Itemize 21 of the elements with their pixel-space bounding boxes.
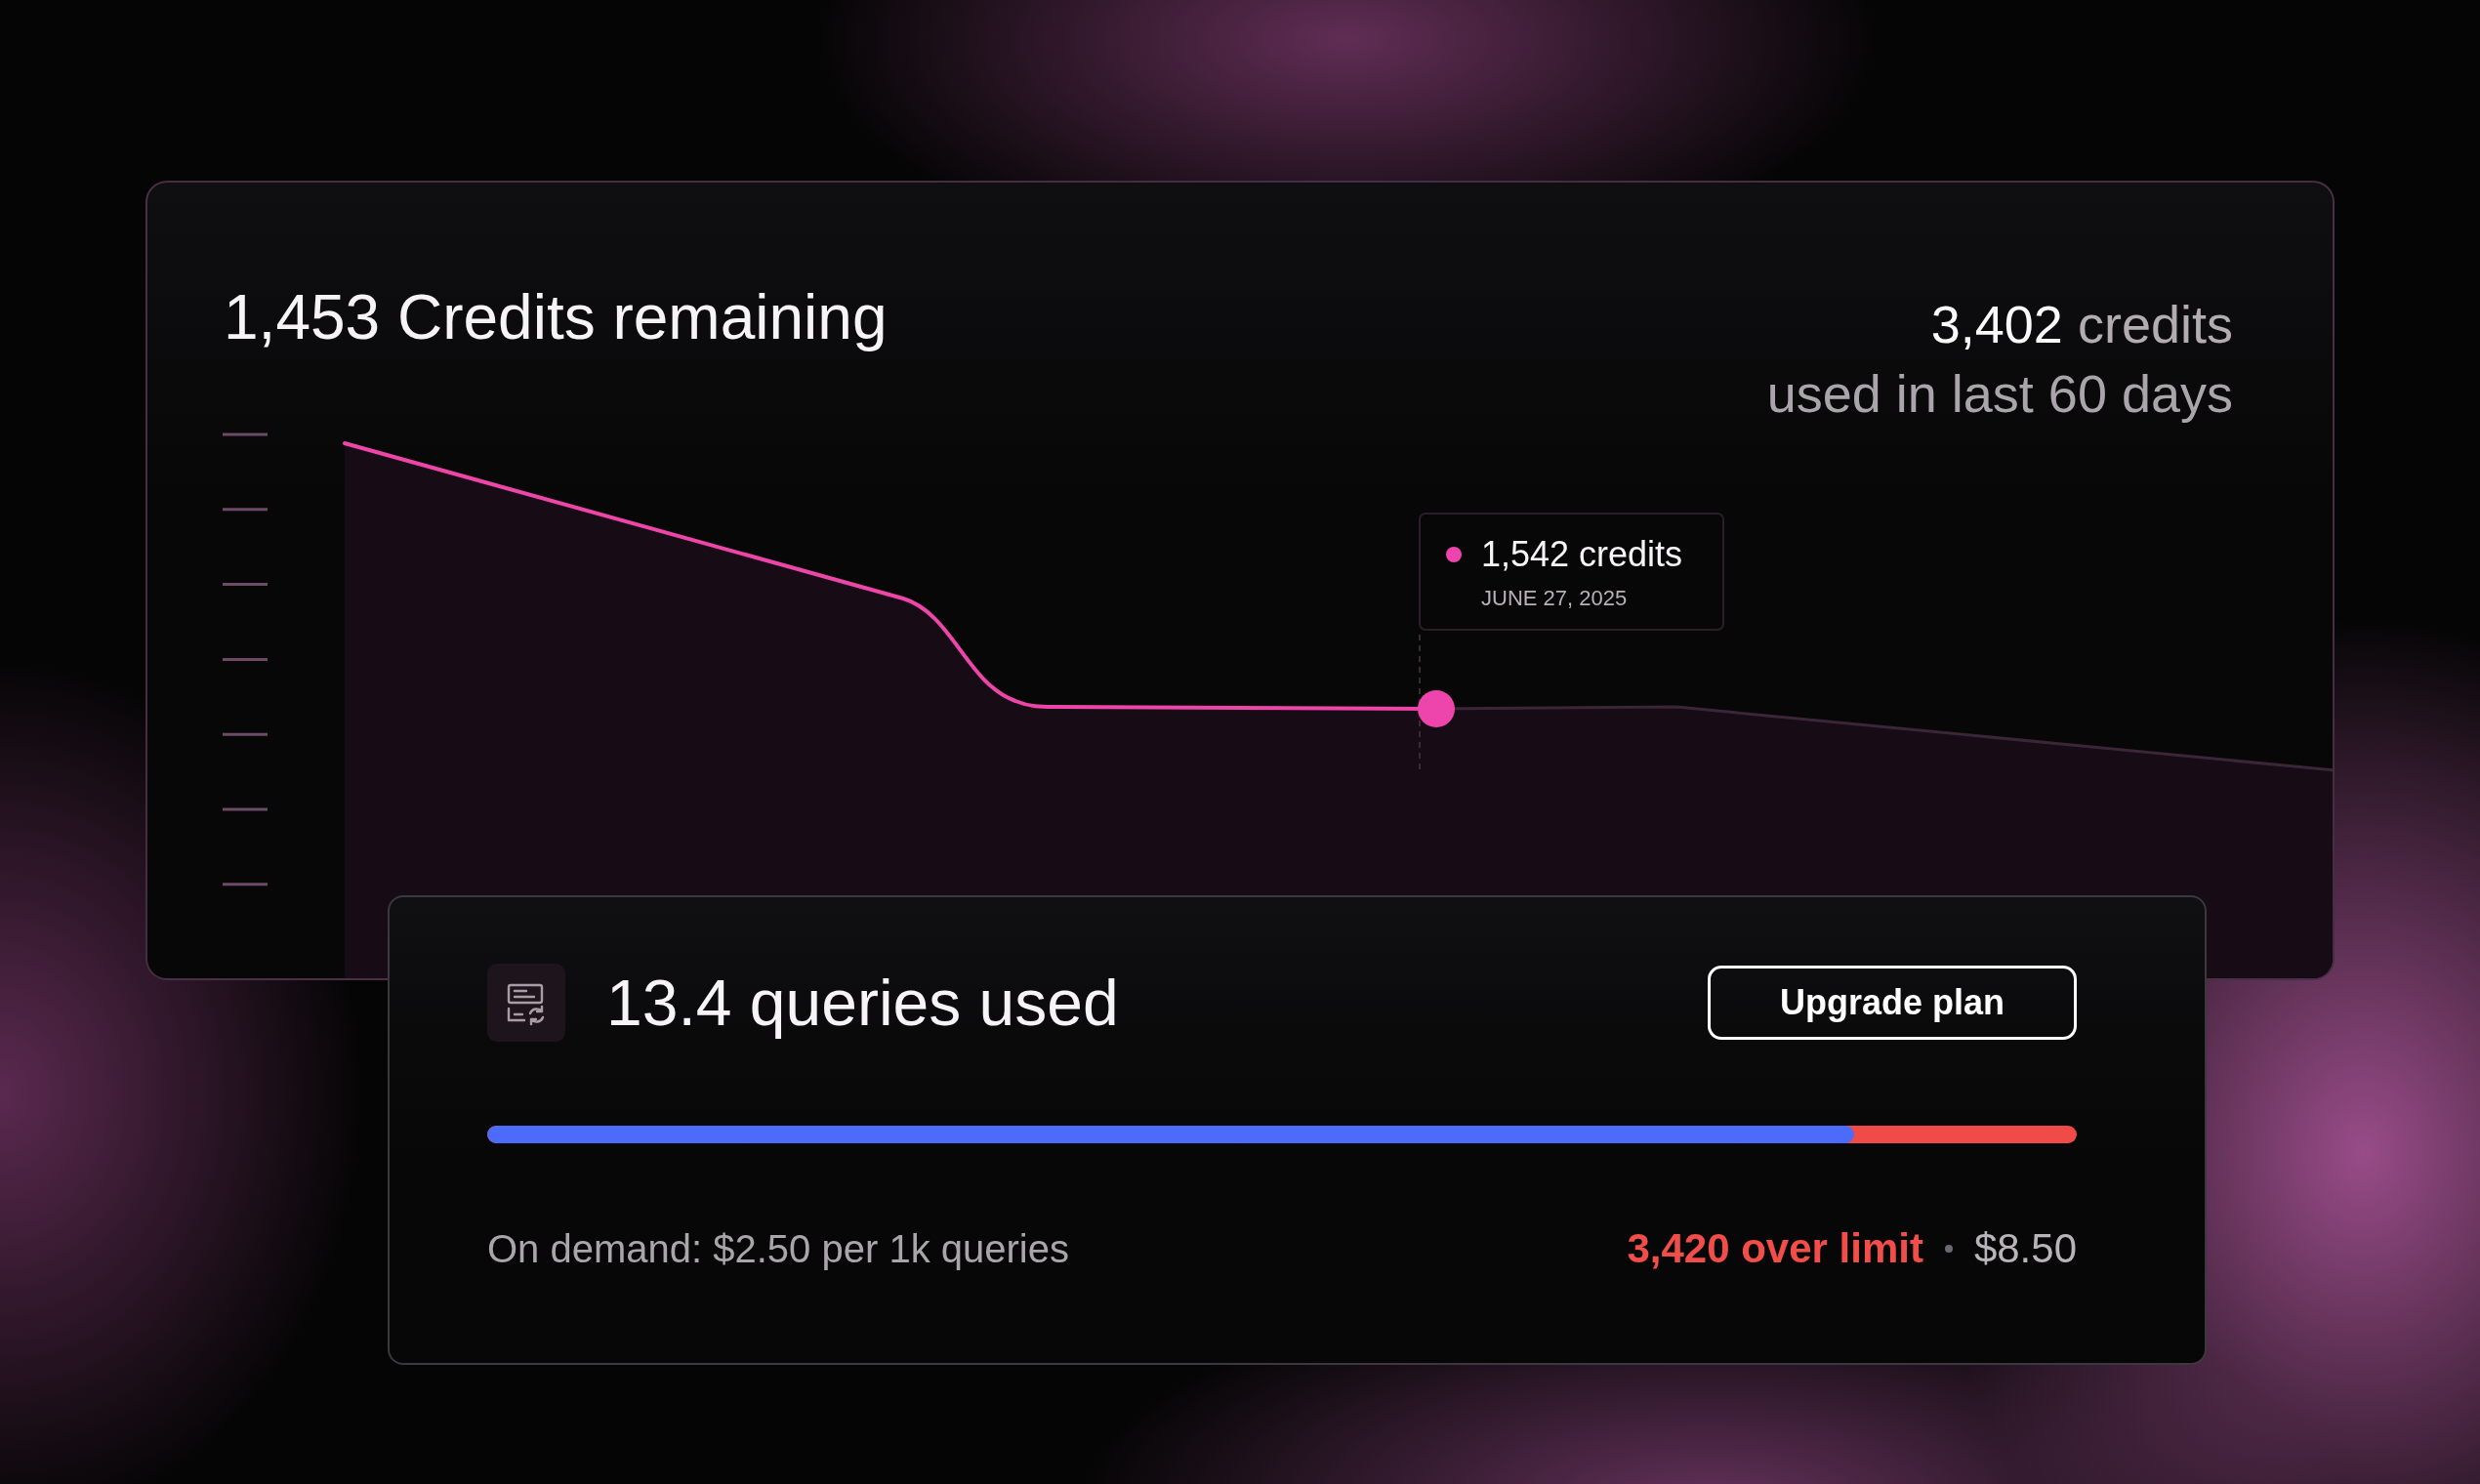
tooltip-date: JUNE 27, 2025 [1481,585,1628,612]
credits-remaining-title: 1,453 Credits remaining [224,281,888,354]
tooltip-value: 1,542 credits [1481,533,1683,575]
axis-tick [223,657,268,661]
over-limit-text: 3,420 over limit [1627,1225,1923,1272]
axis-tick [223,807,268,811]
credits-used-caption: used in last 60 days [1766,363,2233,425]
credits-used-unit: credits [2077,295,2233,353]
tooltip-dot-icon [1446,546,1462,562]
pricing-text: On demand: $2.50 per 1k queries [487,1226,1069,1272]
list-refresh-icon [487,964,565,1042]
axis-tick [223,583,268,587]
axis-tick [223,433,268,436]
axis-tick [223,508,268,512]
overage-cost: $8.50 [1973,1225,2077,1272]
upgrade-plan-button[interactable]: Upgrade plan [1708,966,2077,1040]
point-marker-icon [1418,690,1455,727]
credits-used-count: 3,402 [1930,295,2063,353]
axis-tick [223,883,268,886]
separator-dot-icon [1944,1245,1953,1253]
axis-tick [223,732,268,736]
